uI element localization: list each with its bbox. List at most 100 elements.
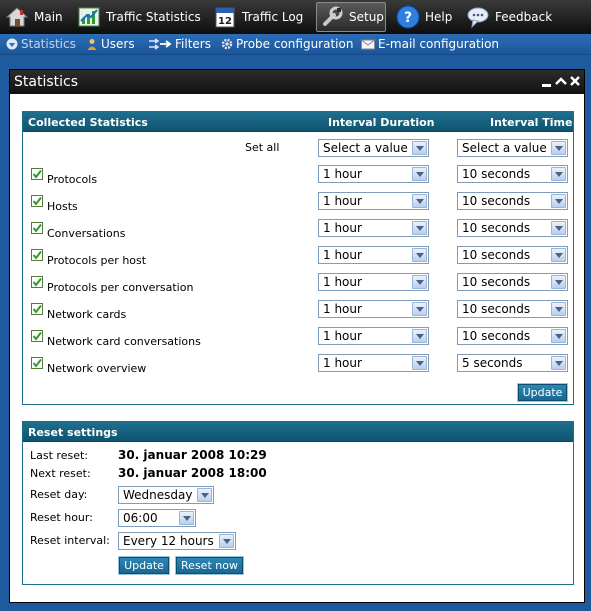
reset-day-value: Wednesday [123,488,193,502]
checkmark-icon [32,358,42,368]
chevron-down-icon [412,248,427,262]
statistic-checkbox[interactable] [31,222,43,234]
subnav-statistics[interactable]: Statistics [6,37,76,51]
statistic-checkbox[interactable] [31,249,43,261]
interval-duration-select[interactable]: 1 hour [318,219,429,237]
interval-duration-select[interactable]: 1 hour [318,354,429,372]
statistic-checkbox[interactable] [31,168,43,180]
nav-setup[interactable]: Setup [316,2,386,32]
help-icon: ? [396,5,420,29]
subnav-users[interactable]: Users [86,37,135,51]
nav-traffic-log[interactable]: 12 Traffic Log [213,2,303,32]
interval-duration-select[interactable]: 1 hour [318,273,429,291]
interval-duration-select[interactable]: 1 hour [318,300,429,318]
chart-small-icon [6,38,18,50]
interval-duration-value: 1 hour [323,167,362,181]
chevron-down-icon [412,275,427,289]
statistic-checkbox[interactable] [31,357,43,369]
interval-time-select[interactable]: 10 seconds [457,219,568,237]
interval-duration-select[interactable]: 1 hour [318,192,429,210]
chevron-down-icon [551,141,566,155]
interval-time-value: 10 seconds [462,248,531,262]
reset-now-button[interactable]: Reset now [175,556,244,575]
last-reset-value: 30. januar 2008 10:29 [118,448,267,462]
statistic-label: Protocols per conversation [47,281,194,294]
interval-time-select[interactable]: 10 seconds [457,165,568,183]
reset-interval-label: Reset interval: [30,534,110,547]
nav-help[interactable]: ? Help [396,2,452,32]
chevron-down-icon [551,194,566,208]
chevron-down-icon [551,275,566,289]
subnav-probe-configuration[interactable]: Probe configuration [221,37,353,51]
interval-duration-select[interactable]: 1 hour [318,165,429,183]
subnav-email-configuration[interactable]: E-mail configuration [361,37,499,51]
nav-main-label: Main [34,10,63,24]
close-icon[interactable] [568,73,582,89]
minimize-icon[interactable] [540,73,554,89]
interval-time-select[interactable]: 5 seconds [457,354,568,372]
statistic-checkbox[interactable] [31,195,43,207]
statistic-label: Network cards [47,308,127,321]
window-body: Collected Statistics Interval Duration I… [10,94,584,602]
chevron-down-icon [412,167,427,181]
speech-bubble-icon [466,5,490,29]
interval-duration-value: 1 hour [323,329,362,343]
subnav-users-label: Users [101,37,135,51]
reset-day-select[interactable]: Wednesday [118,486,214,504]
set-all-time-select[interactable]: Select a value [457,139,568,157]
nav-traffic-statistics[interactable]: Traffic Statistics [77,2,201,32]
statistic-checkbox[interactable] [31,276,43,288]
chevron-down-icon [551,248,566,262]
reset-settings-header: Reset settings [23,422,573,442]
update-statistics-button[interactable]: Update [517,383,568,402]
interval-time-value: 10 seconds [462,194,531,208]
reset-hour-select[interactable]: 06:00 [118,509,196,527]
chevron-down-icon [412,194,427,208]
user-icon [86,38,98,50]
interval-time-select[interactable]: 10 seconds [457,327,568,345]
statistic-label: Protocols per host [47,254,147,267]
wrench-icon [320,5,344,29]
chevron-down-icon [551,302,566,316]
interval-time-select[interactable]: 10 seconds [457,192,568,210]
interval-time-value: 5 seconds [462,356,523,370]
nav-feedback[interactable]: Feedback [466,2,552,32]
chevron-down-icon [197,488,212,502]
reset-hour-label: Reset hour: [30,511,93,524]
interval-time-value: 10 seconds [462,302,531,316]
chevron-down-icon [412,141,427,155]
interval-duration-value: 1 hour [323,194,362,208]
statistic-checkbox[interactable] [31,303,43,315]
reset-interval-select[interactable]: Every 12 hours [118,532,236,550]
reset-settings-panel: Reset settings Last reset: 30. januar 20… [22,421,574,585]
interval-duration-select[interactable]: 1 hour [318,246,429,264]
interval-duration-value: 1 hour [323,356,362,370]
subnav-filters[interactable]: Filters [148,37,211,51]
checkmark-icon [32,223,42,233]
statistic-checkbox[interactable] [31,330,43,342]
nav-help-label: Help [425,10,453,24]
set-all-label: Set all [245,141,280,154]
nav-main[interactable]: Main [5,2,63,32]
maximize-icon[interactable] [554,73,568,89]
gear-icon [221,38,233,50]
reset-settings-title: Reset settings [28,426,118,439]
interval-duration-select[interactable]: 1 hour [318,327,429,345]
interval-time-select[interactable]: 10 seconds [457,273,568,291]
envelope-icon [361,38,375,50]
set-all-duration-select[interactable]: Select a value [318,139,429,157]
chevron-down-icon [412,329,427,343]
chevron-down-icon [551,356,566,370]
chevron-down-icon [412,302,427,316]
statistic-label: Network card conversations [47,335,201,348]
update-reset-button[interactable]: Update [118,556,170,575]
interval-time-select[interactable]: 10 seconds [457,300,568,318]
chevron-down-icon [551,167,566,181]
interval-time-select[interactable]: 10 seconds [457,246,568,264]
checkmark-icon [32,196,42,206]
checkmark-icon [32,331,42,341]
checkmark-icon [32,169,42,179]
checkmark-icon [32,304,42,314]
statistic-label: Hosts [47,200,78,213]
chevron-down-icon [219,534,234,548]
